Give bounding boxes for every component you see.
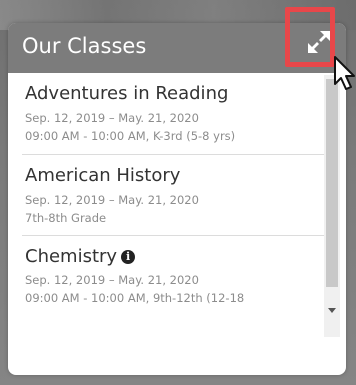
class-grade: 7th-8th Grade — [25, 211, 107, 225]
class-item[interactable]: Chemistry i Sep. 12, 2019 – May. 21, 2020… — [22, 236, 330, 368]
class-dates: Sep. 12, 2019 – May. 21, 2020 — [25, 273, 199, 287]
widget-title: Our Classes — [22, 34, 147, 58]
class-time-grade: 09:00 AM - 10:00 AM, 9th-12th (12-18 — [25, 291, 245, 305]
class-time-grade: 09:00 AM - 10:00 AM, K-3rd (5-8 yrs) — [25, 129, 236, 143]
mouse-pointer-icon — [334, 56, 355, 90]
class-name[interactable]: Chemistry — [25, 246, 117, 267]
expand-icon[interactable] — [306, 29, 332, 55]
class-name[interactable]: American History — [25, 165, 180, 186]
class-dates: Sep. 12, 2019 – May. 21, 2020 — [25, 193, 199, 207]
scrollbar-thumb[interactable] — [326, 79, 338, 287]
class-list[interactable]: Adventures in Reading Sep. 12, 2019 – Ma… — [22, 73, 330, 369]
class-item[interactable]: American History Sep. 12, 2019 – May. 21… — [22, 155, 330, 236]
class-name[interactable]: Adventures in Reading — [25, 83, 228, 104]
info-circle-icon[interactable]: i — [121, 250, 136, 264]
class-item[interactable]: Adventures in Reading Sep. 12, 2019 – Ma… — [22, 73, 330, 155]
class-dates: Sep. 12, 2019 – May. 21, 2020 — [25, 111, 199, 125]
class-name-row: Chemistry i — [25, 246, 136, 267]
scroll-down-arrow-icon[interactable] — [328, 308, 336, 313]
list-scrollbar[interactable] — [324, 75, 340, 337]
classes-widget: Our Classes Adventures in Reading Sep. 1… — [8, 23, 346, 375]
